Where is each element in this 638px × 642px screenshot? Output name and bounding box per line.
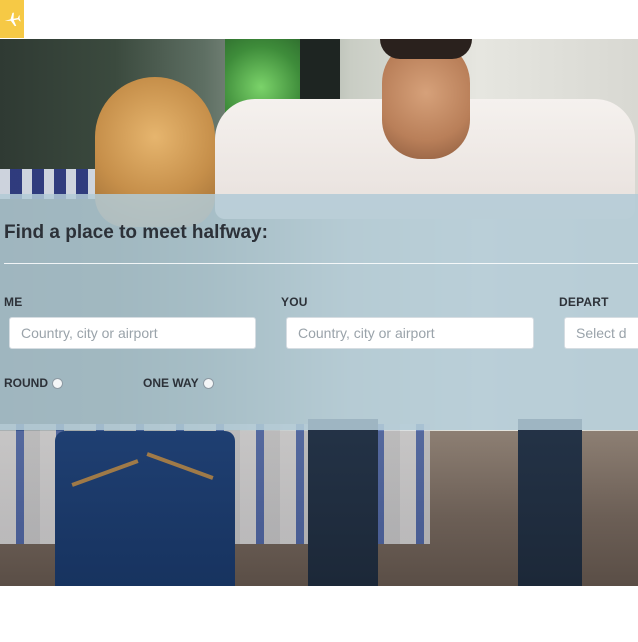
search-panel-title: Find a place to meet halfway: — [4, 222, 268, 243]
hero-man-jeans-left — [308, 419, 378, 586]
round-trip-label: ROUND — [4, 376, 48, 390]
you-location-input[interactable] — [286, 317, 534, 349]
depart-date-input[interactable] — [564, 317, 638, 349]
one-way-radio[interactable] — [202, 377, 214, 389]
hero-girl-jeans — [55, 431, 235, 586]
me-location-input[interactable] — [9, 317, 256, 349]
page: Find a place to meet halfway: ME YOU DEP… — [0, 0, 638, 642]
depart-field-label: DEPART — [559, 295, 609, 309]
you-field-label: YOU — [281, 295, 308, 309]
logo[interactable] — [0, 0, 24, 38]
round-trip-option[interactable]: ROUND — [4, 376, 63, 390]
round-trip-radio[interactable] — [52, 377, 63, 389]
one-way-label: ONE WAY — [143, 376, 199, 390]
airplane-icon — [4, 12, 21, 27]
divider — [4, 263, 638, 264]
me-field-label: ME — [4, 295, 23, 309]
one-way-option[interactable]: ONE WAY — [143, 376, 214, 390]
hero-man-jeans-right — [518, 419, 582, 586]
hero-man-hair — [380, 39, 472, 59]
